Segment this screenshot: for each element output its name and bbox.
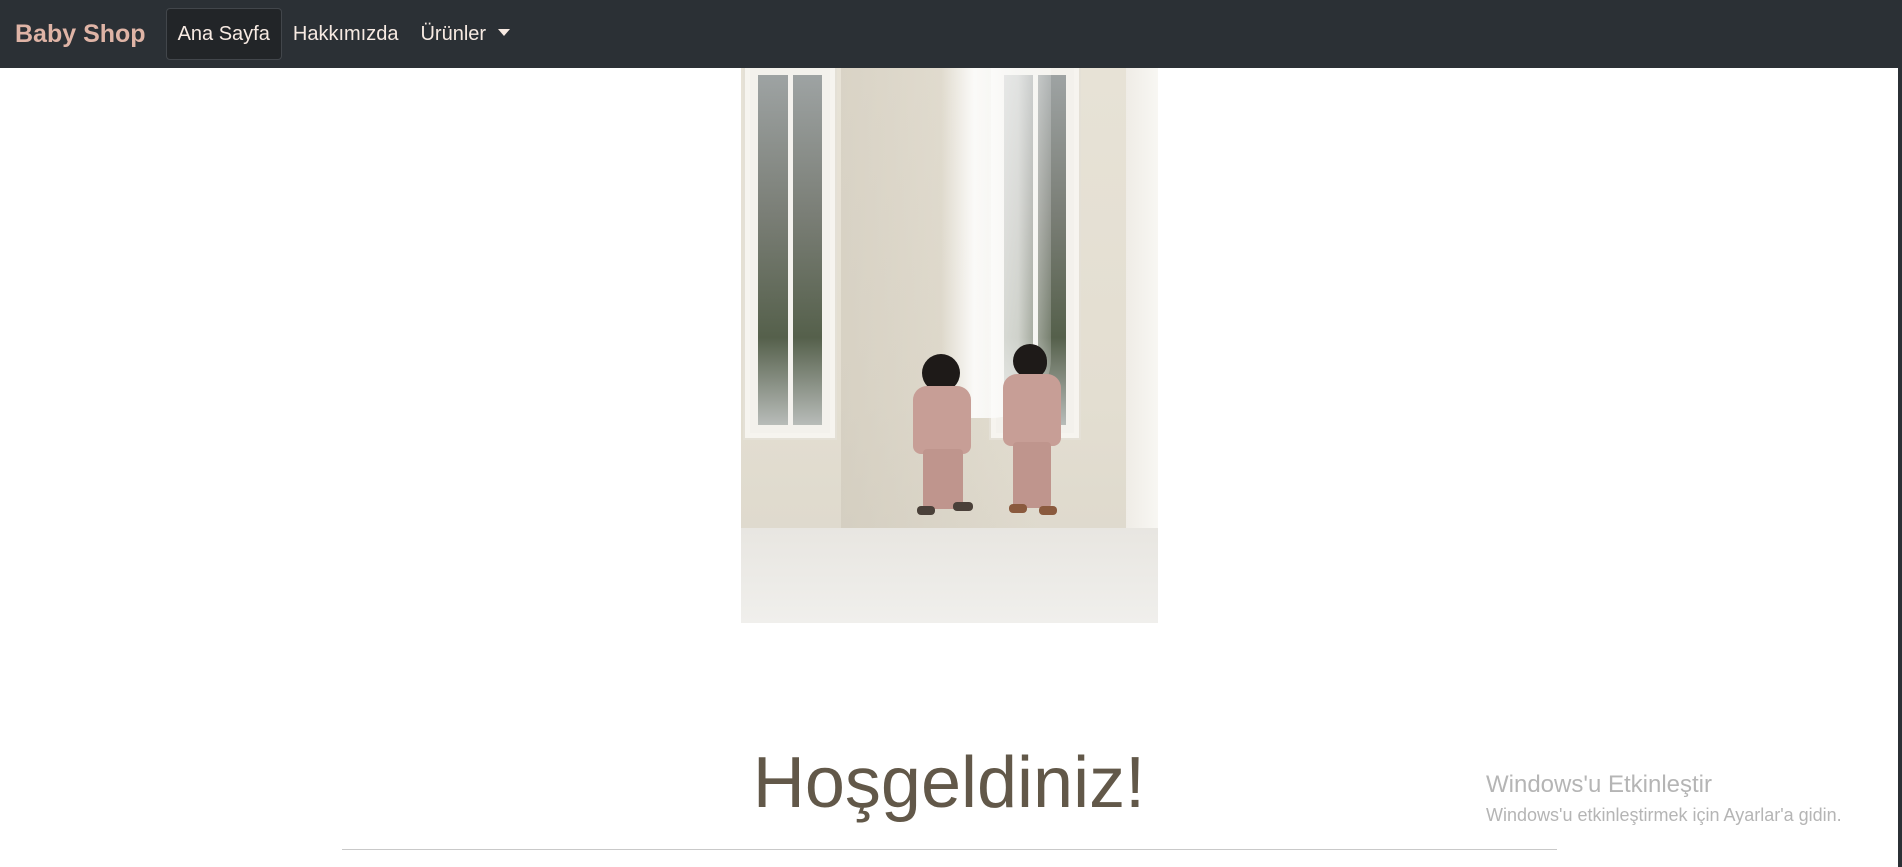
hero-pane (758, 75, 788, 425)
nav-link-label: Ürünler (420, 22, 487, 45)
nav-link-hakkimizda[interactable]: Hakkımızda (282, 8, 410, 60)
scrollbar[interactable] (1898, 0, 1902, 867)
hero-pillar (1126, 68, 1158, 548)
hero-child-shoe (953, 502, 973, 511)
hero-child-body (913, 386, 971, 454)
nav-dropdown-urunler[interactable]: Ürünler (409, 8, 521, 60)
hero-window-left (745, 68, 835, 438)
hero-child-shoe (917, 506, 935, 515)
section-divider (342, 849, 1557, 850)
navbar: Baby Shop Ana Sayfa Hakkımızda Ürünler (0, 0, 1898, 68)
hero-window-panes (758, 75, 822, 425)
watermark-subtitle: Windows'u etkinleştirmek için Ayarlar'a … (1486, 805, 1842, 825)
nav-link-ana-sayfa[interactable]: Ana Sayfa (165, 8, 282, 60)
windows-activation-watermark: Windows'u Etkinleştir Windows'u etkinleş… (1486, 768, 1842, 828)
hero-floor (741, 528, 1158, 623)
hero-child-legs (923, 449, 963, 509)
watermark-title: Windows'u Etkinleştir (1486, 771, 1712, 798)
hero-child-body (1003, 374, 1061, 446)
nav-link-label: Ana Sayfa (177, 22, 270, 45)
hero-child-shoe (1009, 504, 1027, 513)
hero-pane (792, 75, 822, 425)
hero-image (741, 68, 1158, 623)
brand-link[interactable]: Baby Shop (15, 20, 146, 49)
hero-child-shoe (1039, 506, 1057, 515)
hero-child-legs (1013, 442, 1051, 508)
hero-child-head (1013, 344, 1047, 378)
page: Baby Shop Ana Sayfa Hakkımızda Ürünler H… (0, 0, 1902, 867)
caret-down-icon (498, 28, 511, 36)
nav-link-label: Hakkımızda (292, 22, 399, 45)
